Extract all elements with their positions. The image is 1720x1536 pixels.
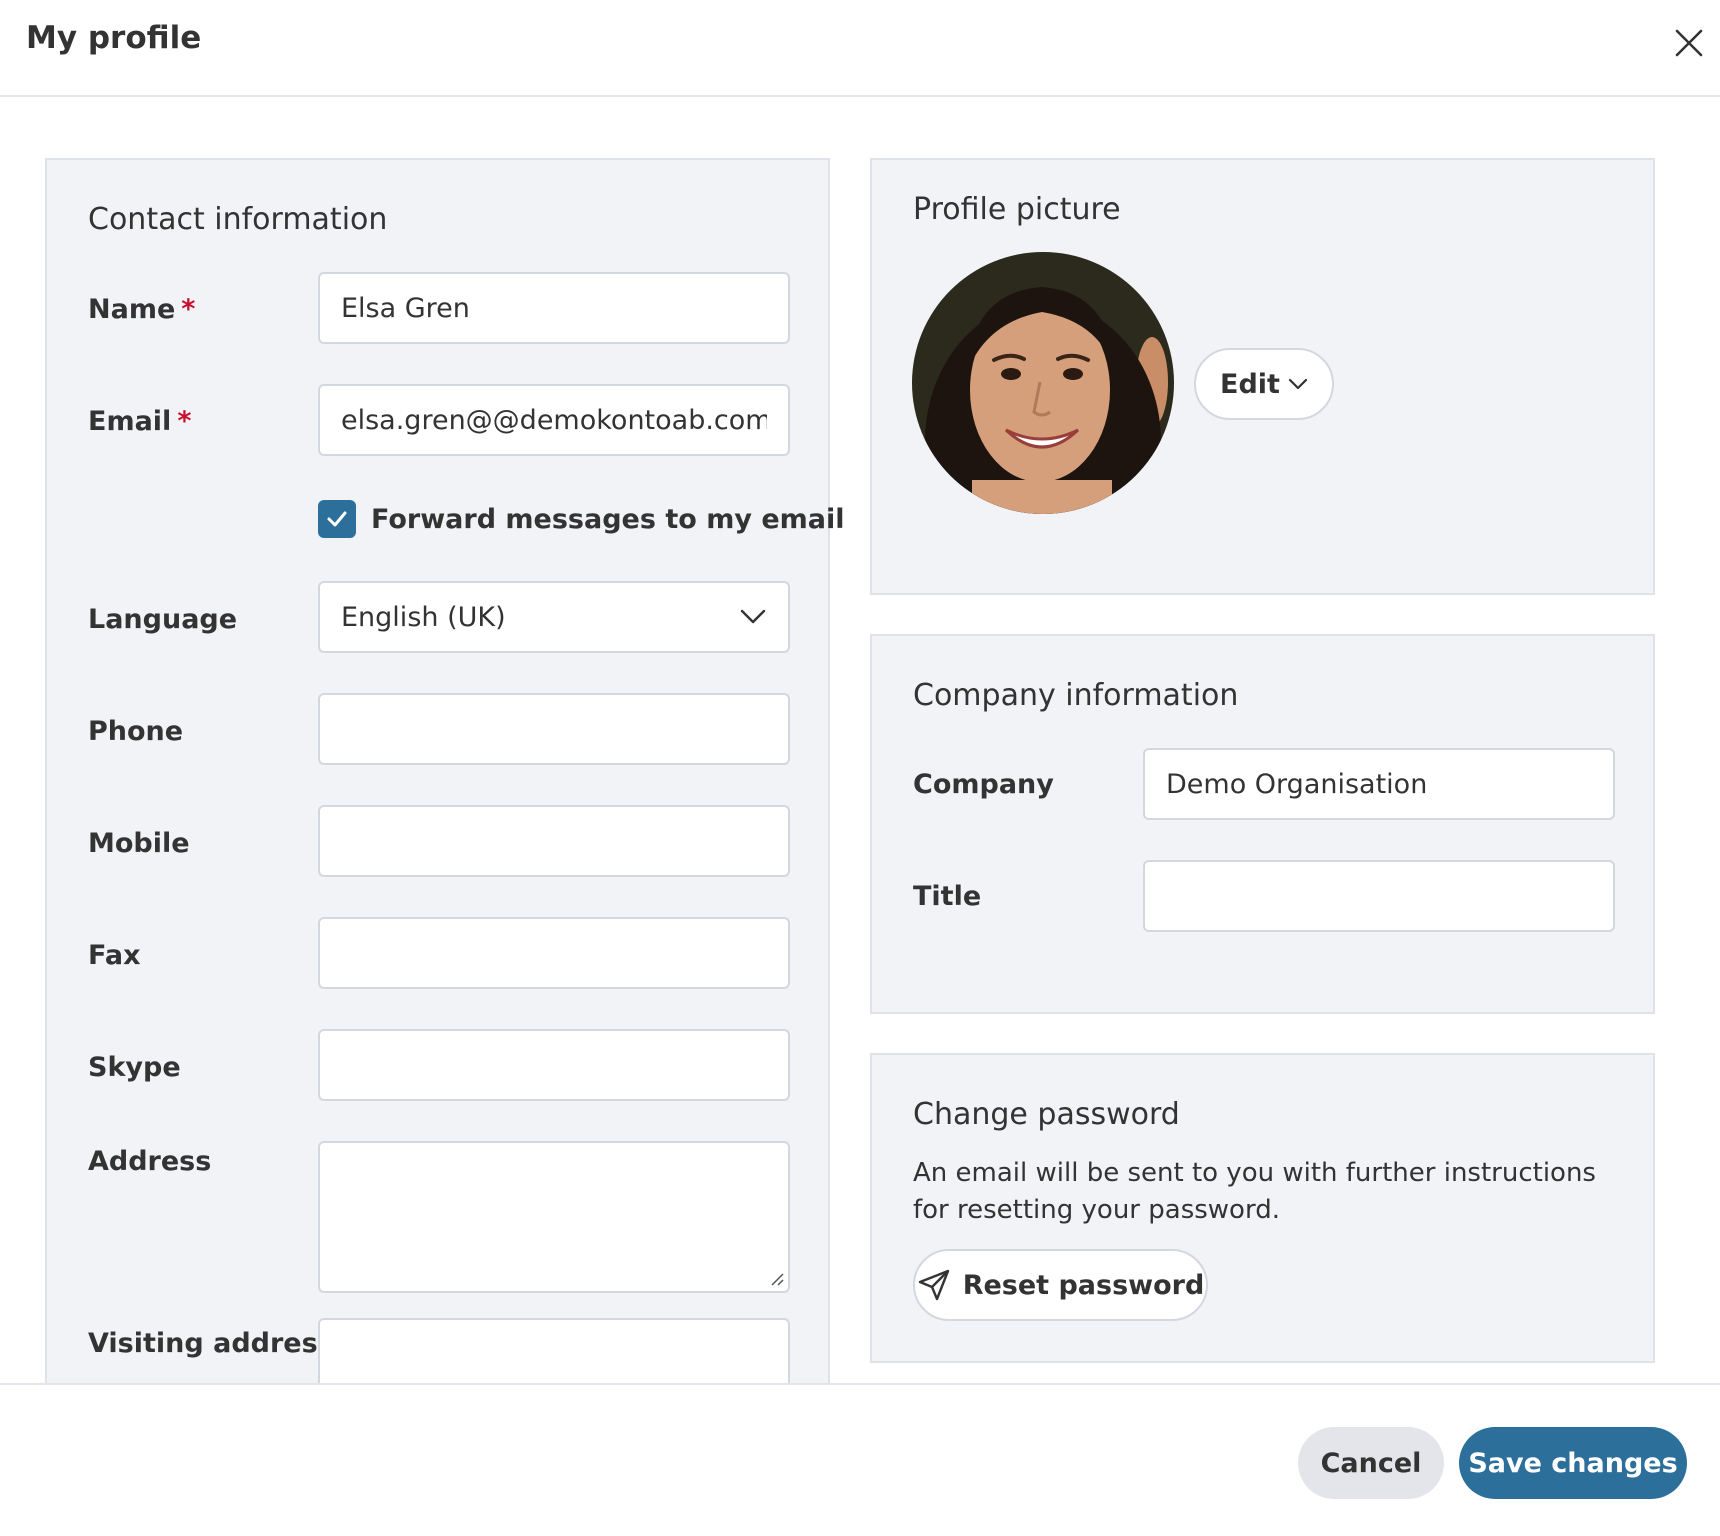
page-title: My profile bbox=[26, 20, 202, 56]
resize-grip-icon[interactable] bbox=[769, 1271, 785, 1287]
cancel-button[interactable]: Cancel bbox=[1298, 1427, 1444, 1499]
email-label: Email * bbox=[88, 406, 192, 437]
forward-messages-checkbox[interactable] bbox=[318, 500, 356, 538]
avatar bbox=[912, 252, 1174, 514]
title-label: Title bbox=[913, 881, 982, 912]
profile-picture-panel: Profile picture Edit bbox=[870, 158, 1655, 595]
email-input[interactable] bbox=[318, 384, 790, 456]
chevron-down-icon bbox=[740, 609, 766, 624]
mobile-label: Mobile bbox=[88, 828, 190, 859]
contact-information-panel: Contact information Name* Email* Forward… bbox=[45, 158, 845, 1383]
company-information-panel: Company information Company Title bbox=[870, 634, 1655, 1014]
contact-information-title: Contact information bbox=[88, 202, 388, 237]
phone-label: Phone bbox=[88, 716, 184, 747]
save-changes-button[interactable]: Save changes bbox=[1459, 1427, 1687, 1499]
profile-picture-title: Profile picture bbox=[913, 192, 1121, 227]
reset-password-button[interactable]: Reset password bbox=[913, 1249, 1208, 1321]
checkmark-icon bbox=[327, 511, 347, 527]
company-information-title: Company information bbox=[913, 678, 1239, 713]
visiting-address-label: Visiting address bbox=[88, 1328, 334, 1359]
company-input[interactable] bbox=[1143, 748, 1615, 820]
required-mark: * bbox=[181, 294, 196, 325]
required-mark: * bbox=[177, 406, 192, 437]
address-label: Address bbox=[88, 1146, 212, 1177]
close-icon bbox=[1675, 29, 1703, 57]
forward-messages-label[interactable]: Forward messages to my email bbox=[371, 504, 845, 535]
fax-label: Fax bbox=[88, 940, 141, 971]
address-textarea[interactable] bbox=[318, 1141, 790, 1293]
send-icon bbox=[918, 1269, 949, 1301]
change-password-panel: Change password An email will be sent to… bbox=[870, 1053, 1655, 1363]
chevron-down-icon bbox=[1288, 378, 1308, 390]
title-input[interactable] bbox=[1143, 860, 1615, 932]
skype-input[interactable] bbox=[318, 1029, 790, 1101]
edit-picture-button[interactable]: Edit bbox=[1194, 348, 1334, 420]
language-selected-value: English (UK) bbox=[341, 601, 506, 633]
close-button[interactable] bbox=[1668, 22, 1710, 64]
change-password-title: Change password bbox=[913, 1097, 1180, 1132]
profile-photo bbox=[912, 252, 1174, 514]
phone-input[interactable] bbox=[318, 693, 790, 765]
change-password-description: An email will be sent to you with furthe… bbox=[913, 1158, 1596, 1225]
visiting-address-input[interactable] bbox=[318, 1318, 790, 1383]
modal-footer: Cancel Save changes bbox=[0, 1383, 1720, 1536]
modal-body[interactable]: Contact information Name* Email* Forward… bbox=[0, 99, 1720, 1383]
company-label: Company bbox=[913, 769, 1054, 800]
modal-header: My profile bbox=[0, 0, 1720, 97]
mobile-input[interactable] bbox=[318, 805, 790, 877]
language-label: Language bbox=[88, 604, 238, 635]
language-select[interactable]: English (UK) bbox=[318, 581, 790, 653]
skype-label: Skype bbox=[88, 1052, 181, 1083]
fax-input[interactable] bbox=[318, 917, 790, 989]
name-input[interactable] bbox=[318, 272, 790, 344]
name-label: Name * bbox=[88, 294, 196, 325]
